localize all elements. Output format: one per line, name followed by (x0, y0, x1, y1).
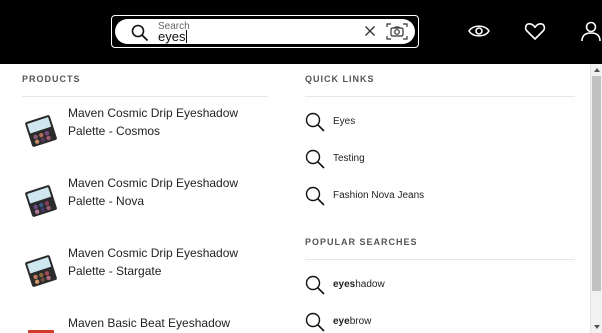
search-field[interactable]: Search eyes (115, 19, 415, 44)
user-icon[interactable] (579, 20, 602, 42)
scroll-thumb[interactable] (592, 76, 601, 291)
search-input-value: eyes (158, 29, 186, 44)
scroll-down-arrow[interactable] (594, 325, 600, 329)
eye-icon[interactable] (467, 20, 491, 42)
matched-text: eye (333, 316, 350, 327)
search-icon (305, 275, 325, 295)
text-cursor (186, 30, 188, 43)
remaining-text: brow (349, 316, 372, 327)
quick-link-label: Testing (333, 153, 365, 164)
site-header: Search eyes (0, 0, 602, 64)
popular-searches-heading: POPULAR SEARCHES (305, 237, 418, 247)
product-name: Maven Cosmic Drip Eyeshadow Palette - No… (68, 176, 239, 208)
quick-link-label: Eyes (333, 116, 356, 127)
dropdown-scrollbar[interactable] (590, 64, 602, 333)
product-thumbnail (25, 115, 57, 147)
popular-searches-divider (305, 259, 575, 260)
camera-icon[interactable] (386, 22, 408, 41)
remaining-text: hadow (355, 279, 385, 290)
matched-text: eyes (333, 279, 356, 290)
product-item[interactable]: Maven Basic Beat Eyeshadow (22, 316, 272, 333)
product-item[interactable]: Maven Cosmic Drip Eyeshadow Palette - Co… (22, 106, 272, 164)
search-icon (305, 186, 325, 206)
clear-icon[interactable] (364, 25, 376, 37)
scroll-up-arrow[interactable] (594, 68, 600, 72)
product-name: Maven Cosmic Drip Eyeshadow Palette - Co… (68, 106, 239, 138)
search-icon (305, 112, 325, 132)
product-item[interactable]: Maven Cosmic Drip Eyeshadow Palette - St… (22, 246, 272, 304)
search-bar[interactable]: Search eyes (111, 15, 419, 48)
quick-links-heading: QUICK LINKS (305, 74, 375, 84)
popular-search-label: eyebrow (333, 316, 371, 327)
quick-link-label: Fashion Nova Jeans (333, 190, 425, 201)
quick-links-divider (305, 96, 575, 97)
product-thumbnail (25, 255, 57, 287)
products-divider (22, 96, 268, 97)
search-input[interactable]: eyes (158, 29, 188, 44)
products-heading: PRODUCTS (22, 74, 81, 84)
search-icon (305, 312, 325, 332)
product-name: Maven Basic Beat Eyeshadow (68, 316, 231, 330)
product-thumbnail (25, 185, 57, 217)
popular-search-label: eyeshadow (333, 279, 385, 290)
product-item[interactable]: Maven Cosmic Drip Eyeshadow Palette - No… (22, 176, 272, 234)
product-name: Maven Cosmic Drip Eyeshadow Palette - St… (68, 246, 239, 278)
heart-icon[interactable] (523, 20, 547, 42)
search-icon (305, 149, 325, 169)
search-icon (131, 24, 149, 42)
